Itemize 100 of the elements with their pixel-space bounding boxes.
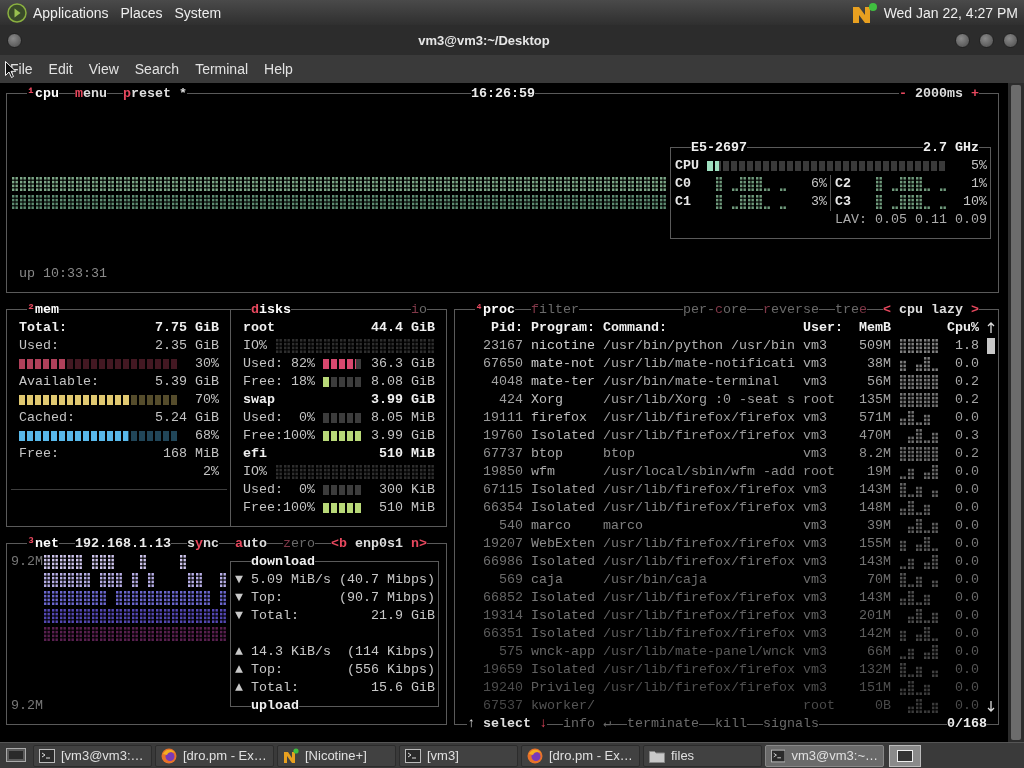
panel-menu[interactable]: Applications xyxy=(27,4,115,21)
panel-menu[interactable]: System xyxy=(168,4,228,21)
table-cell-text: firefox xyxy=(531,409,588,427)
table-cell-text: 0.0 xyxy=(954,697,979,715)
table-cell-text: vm3 xyxy=(803,427,828,445)
column-header[interactable]: Program: xyxy=(531,319,595,337)
clock-text[interactable]: Wed Jan 22, 4:27 PM xyxy=(883,4,1018,21)
table-cell-text: 67650 xyxy=(482,355,523,373)
disk-value: 300 KiB xyxy=(378,481,435,499)
cpu-mini-graph xyxy=(899,445,939,463)
menu-logo-icon[interactable] xyxy=(7,2,27,23)
table-cell-text: 151M xyxy=(858,679,891,697)
table-cell-text: 0.2 xyxy=(954,373,979,391)
memory-label: Available: xyxy=(19,373,99,391)
memory-percent: 68% xyxy=(194,427,219,445)
table-cell-text: 56M xyxy=(866,373,891,391)
table-cell: /usr/bin/python /usr/bin xyxy=(603,337,795,355)
cpu-mini-graph xyxy=(899,535,939,553)
core-label: C3 xyxy=(835,193,852,211)
table-cell: /usr/lib/firefox/firefox xyxy=(603,499,795,517)
table-cell-text: 39M xyxy=(866,517,891,535)
table-cell: wnck-app xyxy=(531,643,595,661)
up-arrow-icon: ▲ xyxy=(235,661,251,679)
taskbar-item[interactable]: [dro.pm - Ex… xyxy=(155,744,274,767)
cpu-mini-graph xyxy=(899,553,939,571)
table-cell-text: 66351 xyxy=(482,625,523,643)
column-header[interactable]: User: xyxy=(803,319,851,337)
table-cell: Privileg xyxy=(531,679,595,697)
workspace-switcher[interactable] xyxy=(889,744,921,767)
table-cell-text: vm3 xyxy=(803,517,828,535)
table-cell-text: /usr/bin/caja xyxy=(603,571,708,589)
taskbar-item[interactable]: [vm3@vm3:… xyxy=(33,744,152,767)
table-cell-text: vm3 xyxy=(803,553,828,571)
menu-item[interactable]: Terminal xyxy=(187,61,257,77)
taskbar-item[interactable]: files xyxy=(643,744,762,767)
option-toggle[interactable]: signals xyxy=(763,715,819,733)
menu-item[interactable]: View xyxy=(80,61,127,77)
memory-label: Free: xyxy=(19,445,59,463)
table-cell-text: vm3 xyxy=(803,499,828,517)
table-cell: Isolated xyxy=(531,625,595,643)
column-header[interactable]: MemB xyxy=(851,319,891,337)
option-toggle[interactable]: preset * xyxy=(123,85,187,103)
maximize-button[interactable] xyxy=(979,32,994,48)
column-header[interactable]: Cpu% xyxy=(947,319,979,337)
table-cell-text: 38M xyxy=(866,355,891,373)
disk-name: swap xyxy=(243,391,275,409)
table-cell: /usr/lib/firefox/firefox xyxy=(603,607,795,625)
menu-item[interactable]: Edit xyxy=(40,61,81,77)
table-cell: /usr/lib/firefox/firefox xyxy=(603,625,795,643)
table-cell-text: 23167 xyxy=(482,337,523,355)
option-toggle[interactable]: <b enp0s1 n> xyxy=(331,535,427,553)
table-cell-text: 509M xyxy=(858,337,891,355)
panel-menu[interactable]: Places xyxy=(114,4,169,21)
table-cell-text: 0.2 xyxy=(954,445,979,463)
traffic-value: (556 Kibps) xyxy=(347,661,435,679)
column-header[interactable]: Pid: xyxy=(459,319,523,337)
memory-percent: 2% xyxy=(202,463,219,481)
cpu-mini-graph xyxy=(899,625,939,643)
menu-item[interactable]: Search xyxy=(126,61,188,77)
table-cell-text: 569 xyxy=(498,571,523,589)
table-cell: /usr/lib/firefox/firefox xyxy=(603,679,795,697)
table-cell-text: 66852 xyxy=(482,589,523,607)
scroll-thumb[interactable] xyxy=(987,338,995,354)
table-cell-text: 0.0 xyxy=(954,643,979,661)
show-desktop-icon[interactable] xyxy=(6,747,26,764)
taskbar-item[interactable]: [vm3] xyxy=(399,744,518,767)
disk-percent: 82% xyxy=(290,355,315,373)
column-header[interactable]: Command: xyxy=(603,319,795,337)
panel-title: ¹cpu xyxy=(27,85,59,103)
table-cell-text: 571M xyxy=(858,409,891,427)
disk-percent: 100% xyxy=(283,499,315,517)
taskbar-item[interactable]: vm3@vm3:~… xyxy=(765,744,884,767)
core-label: C2 xyxy=(835,175,852,193)
taskbar-item[interactable]: [dro.pm - Ex… xyxy=(521,744,640,767)
nicotine-tray-icon[interactable] xyxy=(851,1,878,24)
minimize-button[interactable] xyxy=(955,32,970,48)
cpu-percent: 5% xyxy=(970,157,987,175)
table-cell: WebExten xyxy=(531,535,595,553)
taskbar-item[interactable]: [Nicotine+] xyxy=(277,744,396,767)
table-cell-text: 201M xyxy=(858,607,891,625)
terminal-icon xyxy=(39,748,55,763)
table-cell: /usr/lib/firefox/firefox xyxy=(603,535,795,553)
window-title: vm3@vm3:~/Desktop xyxy=(417,32,551,48)
disk-value: 3.99 GiB xyxy=(370,427,435,445)
cpu-mini-graph xyxy=(899,337,939,355)
table-cell-text: wfm xyxy=(531,463,556,481)
table-cell-text: 19659 xyxy=(482,661,523,679)
table-cell-text: 19760 xyxy=(482,427,523,445)
table-cell-text: vm3 xyxy=(803,625,828,643)
uptime-text: up 10:33:31 xyxy=(18,265,108,283)
menu-item[interactable]: Help xyxy=(256,61,301,77)
cpu-mini-graph xyxy=(899,355,939,373)
option-toggle[interactable]: < cpu lazy > xyxy=(883,301,979,319)
window-menu-button[interactable] xyxy=(7,32,22,48)
cpu-mini-graph xyxy=(899,391,939,409)
core-percent: 3% xyxy=(810,193,827,211)
cpu-label: CPU xyxy=(675,157,700,175)
close-button[interactable] xyxy=(1003,32,1018,48)
table-cell: kworker/ xyxy=(531,697,595,715)
table-cell-text: 19207 xyxy=(482,535,523,553)
